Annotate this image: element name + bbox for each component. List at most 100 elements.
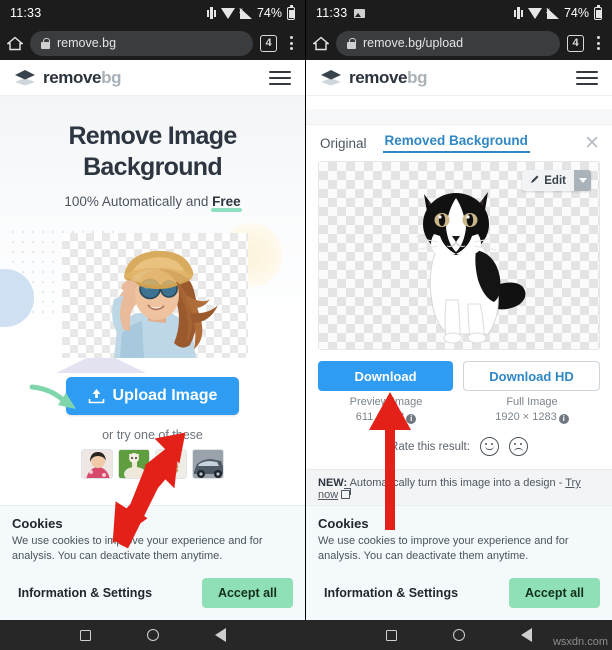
kebab-menu-icon[interactable]: [591, 36, 605, 50]
full-image-meta: Full Image 1920 × 1283 i: [464, 395, 600, 425]
chevron-down-icon[interactable]: [574, 170, 591, 191]
kitten-cutout-image: [415, 192, 526, 344]
close-icon[interactable]: ✕: [584, 134, 600, 153]
subtitle-highlight: Free: [211, 194, 242, 212]
signal-icon: [546, 6, 559, 19]
status-icons: 74%: [513, 4, 602, 20]
left-status-bar: 11:33 74%: [0, 0, 305, 26]
tab-count-button[interactable]: 4: [567, 34, 584, 52]
info-icon[interactable]: i: [558, 414, 569, 424]
kebab-menu-icon[interactable]: [284, 36, 298, 50]
cookie-actions: Information & Settings Accept all: [318, 578, 600, 608]
hamburger-menu-icon[interactable]: [269, 70, 291, 85]
left-site-header: removebg: [0, 60, 305, 96]
result-image-canvas[interactable]: Edit: [318, 161, 600, 350]
upload-row: Upload Image: [0, 377, 305, 415]
cookie-settings-link[interactable]: Information & Settings: [318, 586, 458, 600]
sample-thumbnail-car[interactable]: [192, 449, 224, 479]
status-time: 11:33: [316, 6, 348, 20]
tab-removed-background[interactable]: Removed Background: [382, 133, 530, 153]
try-samples-label: or try one of these: [102, 428, 203, 442]
left-phone-screenshot: 11:33 74% remove.bg 4: [0, 0, 306, 620]
hero-subtitle: 100% Automatically and Free: [0, 194, 305, 212]
logo-text: removebg: [349, 68, 427, 88]
url-text: remove.bg: [57, 36, 117, 50]
lock-icon: [347, 37, 356, 49]
logo-layers-icon: [320, 69, 342, 86]
address-bar[interactable]: remove.bg/upload: [336, 30, 560, 56]
removebg-logo[interactable]: removebg: [14, 68, 121, 88]
right-status-bar: 11:33 74%: [306, 0, 612, 26]
preview-image-meta: Preview Image 611 × 408 i: [318, 395, 454, 425]
upload-image-button[interactable]: Upload Image: [65, 377, 240, 415]
circle-home-icon[interactable]: [147, 629, 159, 641]
home-icon[interactable]: [7, 36, 23, 51]
removebg-logo[interactable]: removebg: [320, 68, 427, 88]
scrolled-partial-row: [306, 96, 612, 109]
square-recents-icon[interactable]: [386, 629, 397, 641]
full-image-label: Full Image: [506, 396, 558, 408]
left-nav-buttons: [0, 620, 306, 650]
happy-face-icon[interactable]: [479, 437, 499, 456]
watermark: wsxdn.com: [552, 636, 608, 648]
cookie-actions: Information & Settings Accept all: [12, 578, 293, 608]
download-hd-button[interactable]: Download HD: [463, 361, 600, 391]
sample-thumbnail-alpaca[interactable]: [118, 449, 150, 479]
triangle-back-icon[interactable]: [521, 628, 532, 642]
cookie-body: We use cookies to improve your experienc…: [318, 535, 569, 562]
sample-thumbnail-woman[interactable]: [81, 449, 113, 479]
cookie-accept-button[interactable]: Accept all: [508, 578, 600, 608]
result-tabs: Original Removed Background ✕: [318, 125, 600, 161]
download-button[interactable]: Download: [318, 361, 453, 391]
section-divider: [306, 109, 612, 125]
battery-percent: 74%: [256, 6, 282, 20]
hero-image-area: [0, 223, 305, 373]
rate-result-label: Rate this result:: [390, 440, 470, 453]
tab-original[interactable]: Original: [318, 136, 369, 151]
image-notification-icon: [354, 8, 366, 18]
external-link-icon: [341, 488, 352, 499]
sad-face-icon[interactable]: [508, 437, 528, 456]
right-phone-screenshot: 11:33 74% remove.bg/upload 4: [306, 0, 612, 620]
logo-text-primary: remove: [349, 67, 408, 87]
preview-image-size: 611 × 408: [355, 411, 405, 423]
hero-section: Remove Image Background 100% Automatical…: [0, 96, 305, 540]
info-icon[interactable]: i: [406, 414, 417, 424]
logo-text-secondary: bg: [101, 67, 122, 87]
tab-count-button[interactable]: 4: [260, 34, 277, 52]
preview-image-label: Preview Image: [349, 396, 423, 408]
logo-text-secondary: bg: [407, 67, 428, 87]
new-feature-banner: NEW: Automatically turn this image into …: [306, 469, 612, 509]
sample-thumbnails: [0, 449, 305, 479]
sample-thumbnail-product[interactable]: [155, 449, 187, 479]
vibrate-icon: [206, 7, 216, 19]
square-recents-icon[interactable]: [80, 629, 91, 641]
left-browser-url-bar: remove.bg 4: [0, 26, 305, 60]
cookie-accept-button[interactable]: Accept all: [201, 578, 293, 608]
battery-percent: 74%: [563, 6, 589, 20]
url-text: remove.bg/upload: [363, 36, 464, 50]
cookie-settings-link[interactable]: Information & Settings: [12, 586, 152, 600]
edit-button-label: Edit: [544, 174, 566, 187]
left-cookie-banner: Cookies We use cookies to improve your e…: [0, 505, 305, 620]
title-line-2: Background: [83, 153, 223, 181]
new-badge-label: NEW:: [318, 477, 348, 489]
android-navigation-bar: [0, 620, 612, 650]
triangle-back-icon[interactable]: [215, 628, 226, 642]
result-panel: Original Removed Background ✕ Edit Downl…: [306, 125, 612, 509]
home-icon[interactable]: [313, 36, 329, 51]
download-meta-row: Preview Image 611 × 408 i Full Image 1920…: [318, 395, 600, 425]
vibrate-icon: [513, 7, 523, 19]
circle-home-icon[interactable]: [453, 629, 465, 641]
logo-text: removebg: [43, 68, 121, 88]
upload-icon: [88, 388, 105, 404]
page-title: Remove Image Background: [0, 96, 305, 183]
hamburger-menu-icon[interactable]: [576, 70, 598, 85]
address-bar[interactable]: remove.bg: [30, 30, 253, 56]
right-site-header: removebg: [306, 60, 612, 96]
upload-button-label: Upload Image: [112, 387, 218, 404]
wifi-icon: [527, 7, 542, 19]
right-browser-url-bar: remove.bg/upload 4: [306, 26, 612, 60]
cookie-title: Cookies: [12, 516, 63, 531]
battery-icon: [594, 4, 602, 20]
